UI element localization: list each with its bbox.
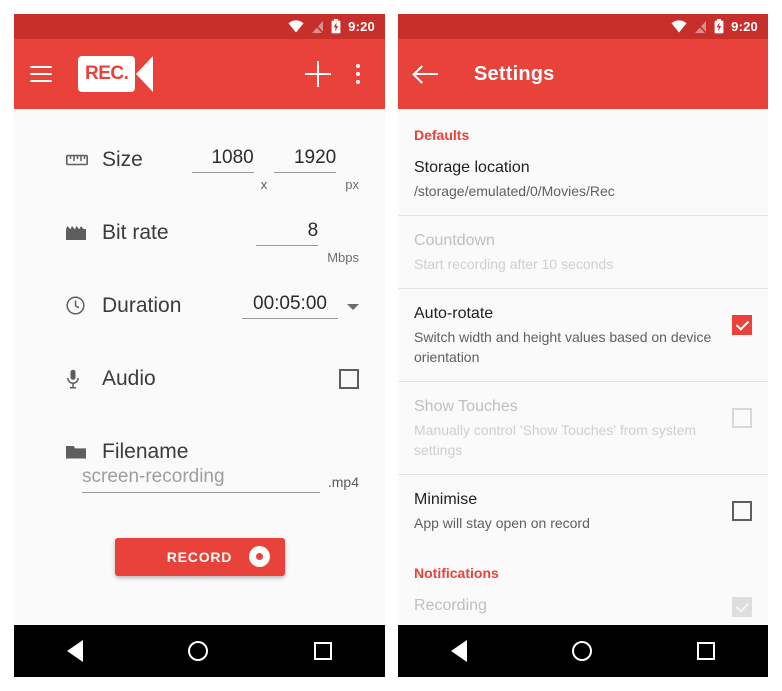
- hamburger-menu-icon[interactable]: [30, 66, 52, 82]
- setting-title: Countdown: [414, 232, 495, 249]
- setting-title: Storage location: [414, 159, 530, 176]
- size-unit: px: [345, 177, 359, 192]
- rec-logo: REC.: [78, 56, 154, 92]
- setting-show-touches[interactable]: Show Touches Manually control 'Show Touc…: [398, 382, 768, 475]
- nav-recents-square-icon[interactable]: [697, 642, 716, 660]
- setting-texts: Minimise App will stay open on record: [414, 489, 732, 533]
- duration-value[interactable]: 00:05:00: [242, 293, 338, 319]
- microphone-icon: [66, 369, 94, 389]
- status-bar-right: 9:20: [398, 14, 768, 39]
- setting-subtitle: Start recording after 10 seconds: [414, 256, 614, 272]
- recording-notification-checkbox[interactable]: [732, 597, 752, 617]
- setting-texts: Storage location /storage/emulated/0/Mov…: [414, 157, 752, 201]
- right-phone-screen: 9:20 Settings Defaults Storage location …: [398, 14, 768, 677]
- size-width-input[interactable]: 1080: [191, 147, 254, 173]
- size-label: Size: [102, 147, 143, 171]
- status-bar-left: 9:20: [14, 14, 385, 39]
- setting-subtitle: /storage/emulated/0/Movies/Rec: [414, 183, 615, 199]
- status-bar-time: 9:20: [731, 19, 758, 34]
- setting-title: Minimise: [414, 491, 478, 508]
- camera-lens-icon: [136, 56, 154, 92]
- setting-countdown[interactable]: Countdown Start recording after 10 secon…: [398, 216, 768, 289]
- bitrate-input[interactable]: 8: [256, 220, 319, 246]
- form-row-size[interactable]: Size 1080 x 1920 px: [14, 123, 385, 196]
- setting-storage-location[interactable]: Storage location /storage/emulated/0/Mov…: [398, 143, 768, 216]
- clapperboard-icon: [66, 225, 94, 241]
- nav-back-triangle-icon[interactable]: [450, 640, 467, 662]
- wifi-icon: [288, 20, 304, 33]
- nav-home-circle-icon[interactable]: [571, 641, 592, 661]
- status-bar-time: 9:20: [348, 19, 375, 34]
- folder-icon: [66, 444, 94, 460]
- bitrate-label: Bit rate: [102, 220, 169, 244]
- settings-list: Defaults Storage location /storage/emula…: [398, 109, 768, 625]
- battery-charging-icon: [331, 19, 341, 34]
- nav-recents-square-icon[interactable]: [314, 642, 333, 660]
- minimise-checkbox[interactable]: [732, 501, 752, 521]
- form-row-duration[interactable]: Duration 00:05:00: [14, 269, 385, 342]
- setting-title: Show Touches: [414, 398, 518, 415]
- setting-title: Recording: [414, 597, 487, 614]
- form-row-bitrate[interactable]: Bit rate 8 Mbps: [14, 196, 385, 269]
- filename-extension: .mp4: [327, 474, 359, 490]
- setting-minimise[interactable]: Minimise App will stay open on record: [398, 475, 768, 547]
- section-heading-defaults: Defaults: [414, 127, 470, 143]
- filename-input[interactable]: screen-recording: [82, 466, 320, 493]
- setting-texts: Recording: [414, 595, 732, 617]
- nav-back-triangle-icon[interactable]: [66, 640, 83, 662]
- setting-subtitle: Manually control 'Show Touches' from sys…: [414, 422, 697, 458]
- back-arrow-icon[interactable]: [414, 63, 440, 85]
- record-button-wrap: RECORD: [14, 538, 385, 576]
- audio-checkbox[interactable]: [339, 368, 359, 389]
- clock-icon: [66, 296, 94, 315]
- no-sim-icon: [311, 19, 325, 34]
- left-phone-screen: 9:20 REC. Size 1080 x 1920 px Bit rate 8…: [14, 14, 385, 677]
- setting-subtitle: Switch width and height values based on …: [414, 329, 712, 365]
- setting-texts: Countdown Start recording after 10 secon…: [414, 230, 752, 274]
- page-title: Settings: [474, 62, 555, 85]
- filename-label: Filename: [102, 439, 189, 463]
- record-button-label: RECORD: [166, 549, 233, 565]
- battery-charging-icon: [714, 19, 724, 34]
- auto-rotate-checkbox[interactable]: [732, 315, 752, 335]
- form-row-audio[interactable]: Audio: [14, 342, 385, 415]
- recorder-settings-form: Size 1080 x 1920 px Bit rate 8 Mbps Dura…: [14, 109, 385, 625]
- record-button[interactable]: RECORD: [114, 538, 285, 576]
- section-heading-notifications: Notifications: [414, 565, 499, 581]
- caret-down-icon[interactable]: [347, 303, 359, 310]
- audio-label: Audio: [102, 366, 156, 390]
- setting-auto-rotate[interactable]: Auto-rotate Switch width and height valu…: [398, 289, 768, 382]
- record-dot-icon: [248, 546, 270, 567]
- bitrate-unit: Mbps: [327, 250, 359, 265]
- nav-home-circle-icon[interactable]: [188, 641, 209, 661]
- setting-title: Auto-rotate: [414, 305, 494, 322]
- app-toolbar: REC.: [14, 39, 385, 109]
- settings-toolbar: Settings: [398, 39, 768, 109]
- screenshot-root: 9:20 REC. Size 1080 x 1920 px Bit rate 8…: [0, 0, 782, 691]
- setting-recording-notification[interactable]: Recording: [398, 581, 768, 625]
- android-nav-bar-right: [398, 625, 768, 677]
- rec-logo-text: REC.: [85, 63, 129, 84]
- plus-icon[interactable]: [305, 61, 331, 87]
- filename-input-wrap: screen-recording .mp4: [14, 466, 385, 493]
- more-vertical-icon[interactable]: [347, 64, 369, 84]
- wifi-icon: [671, 20, 687, 33]
- setting-subtitle: App will stay open on record: [414, 515, 590, 531]
- ruler-icon: [66, 154, 94, 166]
- size-height-input[interactable]: 1920: [274, 147, 337, 173]
- android-nav-bar-left: [14, 625, 385, 677]
- no-sim-icon: [694, 19, 708, 34]
- duration-label: Duration: [102, 293, 182, 317]
- size-separator: x: [260, 177, 268, 192]
- setting-texts: Show Touches Manually control 'Show Touc…: [414, 396, 732, 460]
- show-touches-checkbox[interactable]: [732, 408, 752, 428]
- setting-texts: Auto-rotate Switch width and height valu…: [414, 303, 732, 367]
